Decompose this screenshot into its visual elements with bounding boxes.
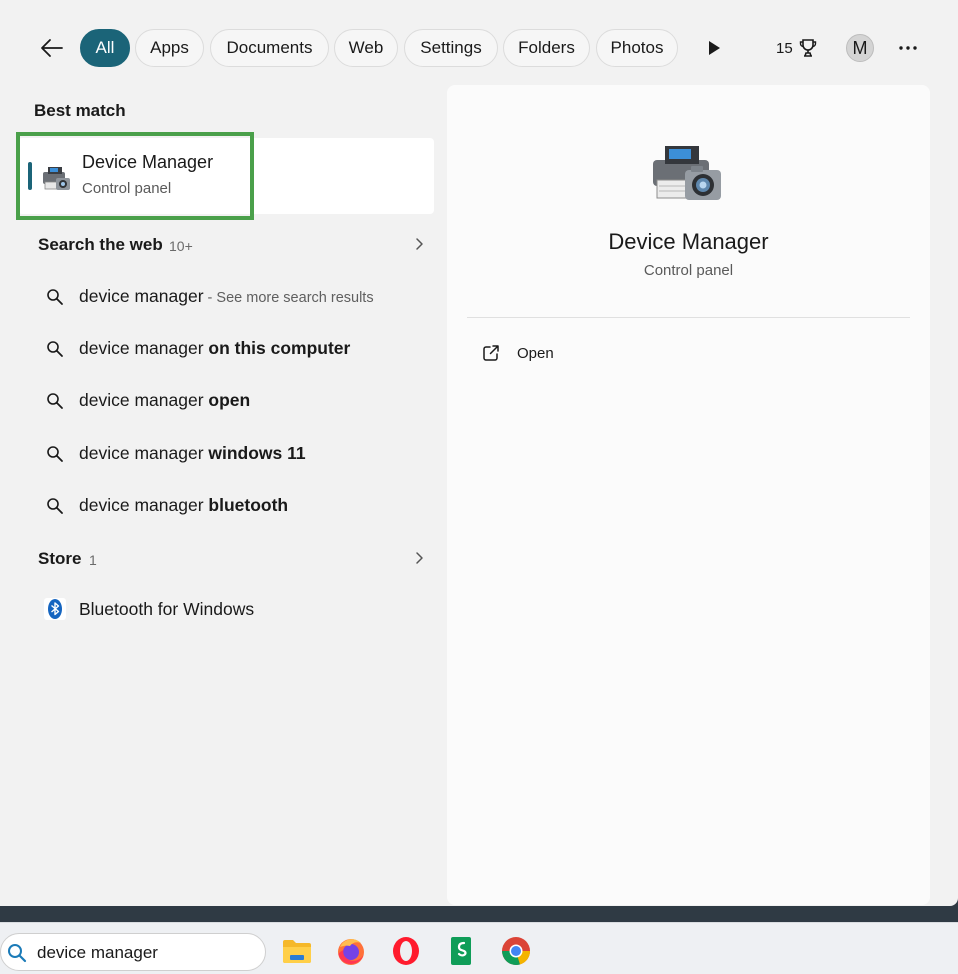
more-options-button[interactable] [894, 34, 922, 62]
file-explorer-icon[interactable] [281, 935, 313, 967]
more-filters-button[interactable] [700, 34, 728, 62]
firefox-icon[interactable] [335, 935, 367, 967]
tab-all[interactable]: All [80, 29, 130, 67]
web-result-text: device manager on this computer [79, 338, 351, 358]
search-web-count: 10+ [169, 238, 193, 254]
tab-documents[interactable]: Documents [210, 29, 329, 67]
best-match-title: Device Manager [82, 152, 214, 172]
play-arrow-icon [709, 41, 720, 55]
store-section[interactable]: Store 1 [18, 544, 434, 574]
chevron-right-icon [416, 238, 423, 250]
best-match-result[interactable] [18, 138, 434, 214]
search-panel: All Apps Documents Web Settings Folders … [0, 0, 958, 906]
tab-folders[interactable]: Folders [503, 29, 590, 67]
tab-apps[interactable]: Apps [135, 29, 204, 67]
web-result-2[interactable]: device manager on this computer [18, 326, 434, 370]
back-arrow-icon [41, 39, 63, 57]
divider [467, 317, 910, 318]
search-web-section[interactable]: Search the web 10+ [18, 230, 434, 260]
search-icon [47, 341, 63, 357]
chrome-icon[interactable] [500, 935, 532, 967]
search-icon [8, 944, 27, 963]
tab-photos[interactable]: Photos [596, 29, 678, 67]
bluetooth-icon [44, 598, 66, 620]
opera-icon[interactable] [390, 935, 422, 967]
search-web-heading: Search the web [38, 235, 163, 254]
search-icon [47, 498, 63, 514]
taskbar-search-box[interactable] [0, 933, 266, 971]
tab-settings[interactable]: Settings [404, 29, 498, 67]
detail-subtitle: Control panel [643, 262, 734, 279]
taskbar-search-input[interactable] [37, 940, 257, 966]
search-icon [47, 289, 63, 305]
points-count: 15 [776, 39, 793, 57]
sheets-app-icon[interactable] [445, 935, 477, 967]
web-result-text: device manager bluetooth [79, 495, 289, 515]
tab-web[interactable]: Web [334, 29, 398, 67]
search-icon [47, 393, 63, 409]
open-external-icon [483, 345, 499, 361]
store-heading: Store [38, 549, 82, 568]
web-result-text: device manager - See more search results [79, 286, 374, 306]
web-result-text: device manager open [79, 390, 251, 410]
account-avatar[interactable]: M [846, 34, 874, 62]
back-button[interactable] [34, 32, 70, 64]
device-manager-large-icon [653, 146, 721, 200]
ellipsis-icon [899, 46, 917, 50]
detail-title: Device Manager [608, 229, 769, 254]
store-result-label: Bluetooth for Windows [79, 599, 255, 619]
open-label: Open [517, 345, 554, 362]
taskbar [0, 922, 958, 974]
chevron-right-icon [416, 552, 423, 564]
rewards-points[interactable]: 15 [776, 36, 817, 60]
detail-pane: Device Manager Control panel Open [447, 85, 930, 905]
selection-accent [28, 162, 32, 190]
web-result-1[interactable]: device manager - See more search results [18, 274, 434, 318]
trophy-icon [799, 39, 816, 57]
best-match-subtitle: Control panel [82, 180, 172, 197]
web-result-text: device manager windows 11 [79, 443, 306, 463]
open-action[interactable]: Open [467, 337, 667, 369]
device-manager-icon [43, 167, 70, 190]
filter-bar: All Apps Documents Web Settings Folders … [0, 26, 958, 70]
web-result-5[interactable]: device manager bluetooth [18, 483, 434, 527]
store-result-1[interactable]: Bluetooth for Windows [18, 587, 434, 631]
best-match-heading: Best match [34, 101, 126, 120]
web-result-3[interactable]: device manager open [18, 378, 434, 422]
web-result-4[interactable]: device manager windows 11 [18, 431, 434, 475]
store-count: 1 [89, 552, 97, 568]
search-icon [47, 446, 63, 462]
